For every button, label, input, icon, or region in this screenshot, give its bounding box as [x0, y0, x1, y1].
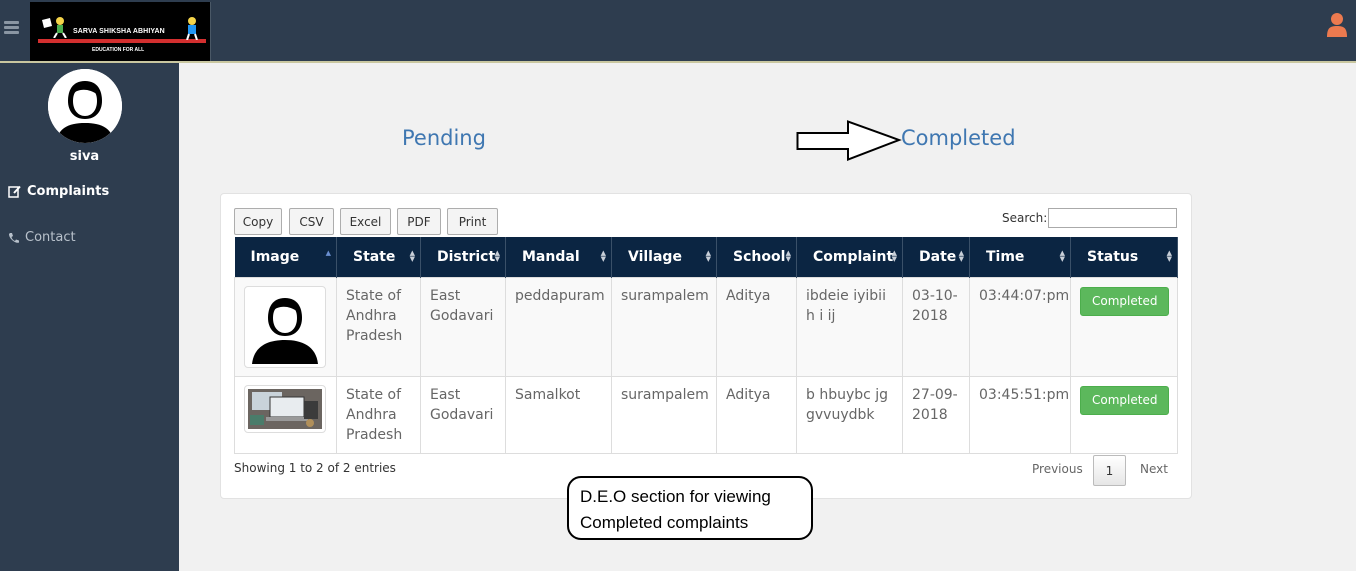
annotation-line-2: Completed complaints: [580, 513, 749, 532]
complaint-image-thumbnail[interactable]: [244, 384, 326, 433]
status-cell: Completed: [1070, 276, 1178, 377]
sidebar-item-label: Complaints: [27, 184, 110, 199]
column-header-district[interactable]: District ▲ ▼: [420, 237, 506, 277]
sort-asc-icon: ▲: [325, 249, 331, 257]
user-icon[interactable]: [1326, 12, 1348, 38]
column-header-label: School: [733, 248, 786, 265]
column-header-label: State: [353, 248, 396, 265]
logo-tagline: EDUCATION FOR ALL: [92, 47, 145, 53]
date-cell: 03-10-2018: [902, 276, 970, 377]
status-cell: Completed: [1070, 375, 1178, 454]
column-header-state[interactable]: State ▲ ▼: [336, 237, 421, 277]
village-cell: surampalem: [611, 375, 717, 454]
column-header-label: Mandal: [522, 248, 580, 265]
sidebar-item-complaints[interactable]: Complaints: [8, 184, 109, 199]
table-info: Showing 1 to 2 of 2 entries: [234, 461, 396, 475]
previous-page-button[interactable]: Previous: [1032, 462, 1083, 476]
sort-icon: ▲ ▼: [409, 249, 415, 263]
phone-icon: [9, 232, 19, 243]
village-cell: surampalem: [611, 276, 717, 377]
status-completed-button[interactable]: Completed: [1080, 286, 1170, 316]
sort-icon: ▲ ▼: [958, 249, 964, 263]
column-header-label: District: [437, 248, 496, 265]
hamburger-icon[interactable]: [4, 21, 19, 34]
arrow-annotation-icon: [796, 120, 902, 161]
table-row: State of Andhra Pradesh East Godavari pe…: [234, 276, 1178, 377]
column-header-label: Date: [919, 248, 957, 265]
edit-icon: [8, 185, 21, 198]
time-cell: 03:45:51:pm: [969, 375, 1071, 454]
column-header-label: Image: [250, 248, 300, 265]
column-header-time[interactable]: Time ▲ ▼: [969, 237, 1071, 277]
copy-button[interactable]: Copy: [234, 208, 282, 235]
district-cell: East Godavari: [420, 276, 506, 377]
date-cell: 27-09-2018: [902, 375, 970, 454]
column-header-complaint[interactable]: Complaint ▲ ▼: [796, 237, 903, 277]
complaints-panel: Copy CSV Excel PDF Print Search: Image ▲ …: [220, 193, 1192, 499]
sidebar-item-contact[interactable]: Contact: [8, 230, 76, 245]
table-header-row: Image ▲ State ▲ ▼ District ▲ ▼ Mandal ▲ ▼ Villa…: [234, 237, 1178, 277]
tab-pending[interactable]: Pending: [402, 126, 486, 150]
column-header-school[interactable]: School ▲ ▼: [716, 237, 797, 277]
complaints-table: Image ▲ State ▲ ▼ District ▲ ▼ Mandal ▲ ▼ Villa…: [234, 237, 1178, 454]
column-header-label: Time: [986, 248, 1025, 265]
image-cell: [234, 276, 337, 377]
state-cell: State of Andhra Pradesh: [336, 375, 421, 454]
image-cell: [234, 375, 337, 454]
school-cell: Aditya: [716, 276, 797, 377]
csv-button[interactable]: CSV: [289, 208, 334, 235]
column-header-status[interactable]: Status ▲ ▼: [1070, 237, 1178, 277]
page-1-button[interactable]: 1: [1093, 455, 1126, 486]
table-row: State of Andhra Pradesh East Godavari Sa…: [234, 375, 1178, 454]
username: siva: [69, 149, 100, 164]
column-header-image[interactable]: Image ▲: [234, 237, 337, 277]
avatar: [48, 69, 122, 143]
sort-icon: ▲ ▼: [494, 249, 500, 263]
sidebar-item-label: Contact: [25, 230, 76, 245]
state-cell: State of Andhra Pradesh: [336, 276, 421, 377]
search-input[interactable]: [1048, 208, 1177, 228]
annotation-line-1: D.E.O section for viewing: [580, 487, 771, 506]
excel-button[interactable]: Excel: [340, 208, 391, 235]
laptop-photo-icon: [248, 388, 322, 429]
mandal-cell: Samalkot: [505, 375, 612, 454]
mandal-cell: peddapuram: [505, 276, 612, 377]
district-cell: East Godavari: [420, 375, 506, 454]
column-header-village[interactable]: Village ▲ ▼: [611, 237, 717, 277]
sidebar: siva Complaints Contact: [0, 63, 179, 571]
avatar-silhouette-icon: [252, 297, 318, 364]
logo[interactable]: SARVA SHIKSHA ABHIYAN EDUCATION FOR ALL: [30, 2, 211, 61]
next-page-button[interactable]: Next: [1140, 462, 1168, 476]
time-cell: 03:44:07:pm: [969, 276, 1071, 377]
pdf-button[interactable]: PDF: [397, 208, 441, 235]
search-label: Search:: [1002, 211, 1048, 225]
annotation-callout: D.E.O section for viewing Completed comp…: [567, 476, 813, 540]
column-header-mandal[interactable]: Mandal ▲ ▼: [505, 237, 612, 277]
sort-icon: ▲ ▼: [600, 249, 606, 263]
complaint-cell: b hbuybc jggvvuydbk: [796, 375, 903, 454]
column-header-date[interactable]: Date ▲ ▼: [902, 237, 970, 277]
logo-figure-right-icon: [186, 17, 198, 40]
avatar-silhouette-icon: [48, 69, 122, 143]
logo-figure-left-icon: [42, 17, 67, 38]
column-header-label: Village: [628, 248, 682, 265]
logo-bar: [38, 39, 206, 43]
tab-completed[interactable]: Completed: [901, 126, 1016, 150]
column-header-label: Status: [1087, 248, 1139, 265]
sort-icon: ▲ ▼: [1166, 249, 1172, 263]
top-navbar: SARVA SHIKSHA ABHIYAN EDUCATION FOR ALL: [0, 0, 1356, 63]
sort-icon: ▲ ▼: [785, 249, 791, 263]
school-cell: Aditya: [716, 375, 797, 454]
sort-icon: ▲ ▼: [705, 249, 711, 263]
sort-icon: ▲ ▼: [1059, 249, 1065, 263]
status-completed-button[interactable]: Completed: [1080, 385, 1170, 415]
complaint-cell: ibdeie iyibiih i ij: [796, 276, 903, 377]
complaint-image-thumbnail[interactable]: [244, 285, 326, 368]
column-header-label: Complaint: [813, 248, 894, 265]
logo-title: SARVA SHIKSHA ABHIYAN: [73, 28, 165, 35]
print-button[interactable]: Print: [447, 208, 498, 235]
sort-icon: ▲ ▼: [891, 249, 897, 263]
